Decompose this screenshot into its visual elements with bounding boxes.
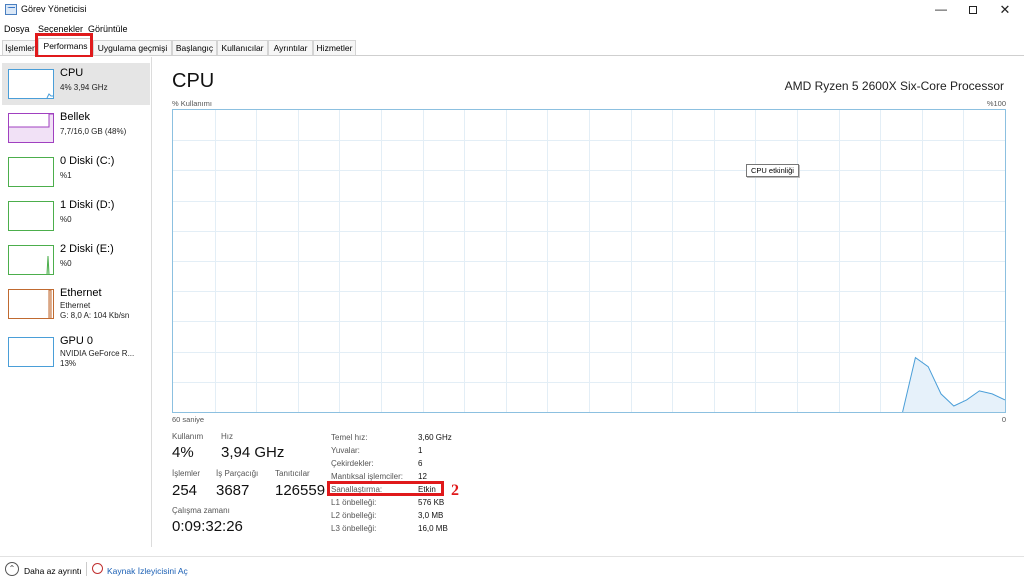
- spec-value: 12: [418, 472, 427, 481]
- maximize-icon: [969, 6, 977, 14]
- disk-thumbnail-graph: [8, 201, 54, 231]
- task-manager-icon: [5, 4, 17, 15]
- spec-value: 6: [418, 459, 423, 468]
- usage-axis-label: % Kullanımı: [172, 99, 213, 108]
- sidebar-item-title: 1 Diski (D:): [60, 199, 115, 211]
- spec-label: Temel hız:: [331, 433, 368, 442]
- footer-bar: ⌃ Daha az ayrıntı Kaynak İzleyicisini Aç: [0, 556, 1024, 580]
- disk-thumbnail-graph: [8, 245, 54, 275]
- sidebar-item-detail: %1: [60, 171, 72, 180]
- cpu-model-name: AMD Ryzen 5 2600X Six-Core Processor: [784, 79, 1004, 93]
- uptime-label: Çalışma zamanı: [172, 506, 230, 515]
- sidebar-item-detail: 7,7/16,0 GB (48%): [60, 127, 127, 136]
- sidebar-item-gpu[interactable]: GPU 0 NVIDIA GeForce R... 13%: [2, 331, 150, 373]
- sidebar-item-detail: %0: [60, 259, 72, 268]
- graph-grid: [173, 110, 1005, 412]
- memory-thumbnail-graph: [8, 113, 54, 143]
- sidebar-item-detail: Ethernet: [60, 301, 91, 310]
- ethernet-thumbnail-graph: [8, 289, 54, 319]
- fewer-details-link[interactable]: Daha az ayrıntı: [24, 566, 82, 576]
- cpu-usage-chart: [173, 110, 1006, 413]
- menu-file[interactable]: Dosya: [4, 24, 30, 34]
- close-button[interactable]: ✕: [988, 0, 1022, 20]
- spec-label: L2 önbelleği:: [331, 511, 377, 520]
- sidebar-item-detail-2: G: 8,0 A: 104 Kb/sn: [60, 311, 130, 320]
- tab-users[interactable]: Kullanıcılar: [217, 40, 268, 55]
- footer-divider: [86, 562, 87, 576]
- uptime-value: 0:09:32:26: [172, 518, 243, 535]
- threads-value: 3687: [216, 482, 250, 499]
- page-title: CPU: [172, 70, 215, 92]
- sidebar-item-title: GPU 0: [60, 335, 94, 347]
- spec-value: 3,60 GHz: [418, 433, 452, 442]
- sidebar-item-disk-c[interactable]: 0 Diski (C:) %1: [2, 151, 150, 193]
- spec-label: Yuvalar:: [331, 446, 360, 455]
- spec-label: Çekirdekler:: [331, 459, 374, 468]
- cpu-usage-area: [902, 357, 1005, 412]
- graph-tooltip: CPU etkinliği: [746, 164, 799, 177]
- tab-bar: İşlemler Performans Uygulama geçmişi Baş…: [0, 38, 1024, 56]
- tab-startup[interactable]: Başlangıç: [172, 40, 217, 55]
- max-axis-label: %100: [986, 99, 1006, 108]
- usage-value: 4%: [172, 444, 194, 461]
- gpu-thumbnail-graph: [8, 337, 54, 367]
- annotation-box-virtualization: [327, 481, 444, 496]
- open-resource-monitor-link[interactable]: Kaynak İzleyicisini Aç: [107, 566, 188, 576]
- time-axis-label: 60 saniye: [172, 415, 205, 424]
- disk-mini-graph: [46, 255, 50, 275]
- sidebar-item-title: 0 Diski (C:): [60, 155, 115, 167]
- threads-label: İş Parçacığı: [216, 469, 259, 478]
- sidebar-item-cpu[interactable]: CPU 4% 3,94 GHz: [2, 63, 150, 105]
- zero-axis-label: 0: [1001, 415, 1006, 424]
- performance-sidebar: CPU 4% 3,94 GHz Bellek 7,7/16,0 GB (48%)…: [0, 57, 152, 547]
- sidebar-item-memory[interactable]: Bellek 7,7/16,0 GB (48%): [2, 107, 150, 149]
- speed-value: 3,94 GHz: [221, 444, 285, 461]
- spec-label: Mantıksal işlemciler:: [331, 472, 404, 481]
- handles-label: Tanıtıcılar: [275, 469, 310, 478]
- processes-value: 254: [172, 482, 198, 499]
- chevron-up-icon[interactable]: ⌃: [5, 562, 19, 576]
- maximize-button[interactable]: [956, 0, 990, 20]
- spec-value: 3,0 MB: [418, 511, 444, 520]
- sidebar-item-title: CPU: [60, 67, 84, 79]
- annotation-box-performance: [35, 33, 93, 58]
- tab-app-history[interactable]: Uygulama geçmişi: [93, 40, 172, 55]
- tab-services[interactable]: Hizmetler: [313, 40, 356, 55]
- cpu-usage-graph[interactable]: [172, 109, 1006, 413]
- sidebar-item-ethernet[interactable]: Ethernet Ethernet G: 8,0 A: 104 Kb/sn: [2, 283, 150, 325]
- usage-label: Kullanım: [172, 432, 204, 441]
- sidebar-item-title: 2 Diski (E:): [60, 243, 114, 255]
- spec-value: 576 KB: [418, 498, 445, 507]
- processes-label: İşlemler: [172, 469, 201, 478]
- disk-thumbnail-graph: [8, 157, 54, 187]
- sidebar-item-detail-2: 13%: [60, 359, 77, 368]
- sidebar-item-disk-d[interactable]: 1 Diski (D:) %0: [2, 195, 150, 237]
- ethernet-mini-graph: [48, 289, 52, 318]
- cpu-mini-graph: [46, 93, 53, 99]
- tab-details[interactable]: Ayrıntılar: [268, 40, 313, 55]
- sidebar-item-detail: NVIDIA GeForce R...: [60, 349, 135, 358]
- title-bar: Görev Yöneticisi — ✕: [0, 0, 1024, 20]
- sidebar-item-detail: 4% 3,94 GHz: [60, 83, 108, 92]
- spec-label: L3 önbelleği:: [331, 524, 377, 533]
- tab-processes[interactable]: İşlemler: [2, 40, 38, 55]
- sidebar-item-title: Ethernet: [60, 287, 102, 299]
- cpu-thumbnail-graph: [8, 69, 54, 99]
- spec-label: L1 önbelleği:: [331, 498, 377, 507]
- annotation-number-2: 2: [451, 482, 459, 499]
- handles-value: 126559: [275, 482, 326, 499]
- minimize-button[interactable]: —: [924, 0, 958, 20]
- spec-value: 1: [418, 446, 423, 455]
- sidebar-item-title: Bellek: [60, 111, 90, 123]
- sidebar-item-detail: %0: [60, 215, 72, 224]
- sidebar-item-disk-e[interactable]: 2 Diski (E:) %0: [2, 239, 150, 281]
- speed-label: Hız: [221, 432, 233, 441]
- spec-value: 16,0 MB: [418, 524, 448, 533]
- memory-mini-graph: [9, 113, 53, 142]
- resource-monitor-icon: [92, 563, 103, 574]
- menu-view[interactable]: Görüntüle: [88, 24, 128, 34]
- window-title: Görev Yöneticisi: [21, 4, 87, 14]
